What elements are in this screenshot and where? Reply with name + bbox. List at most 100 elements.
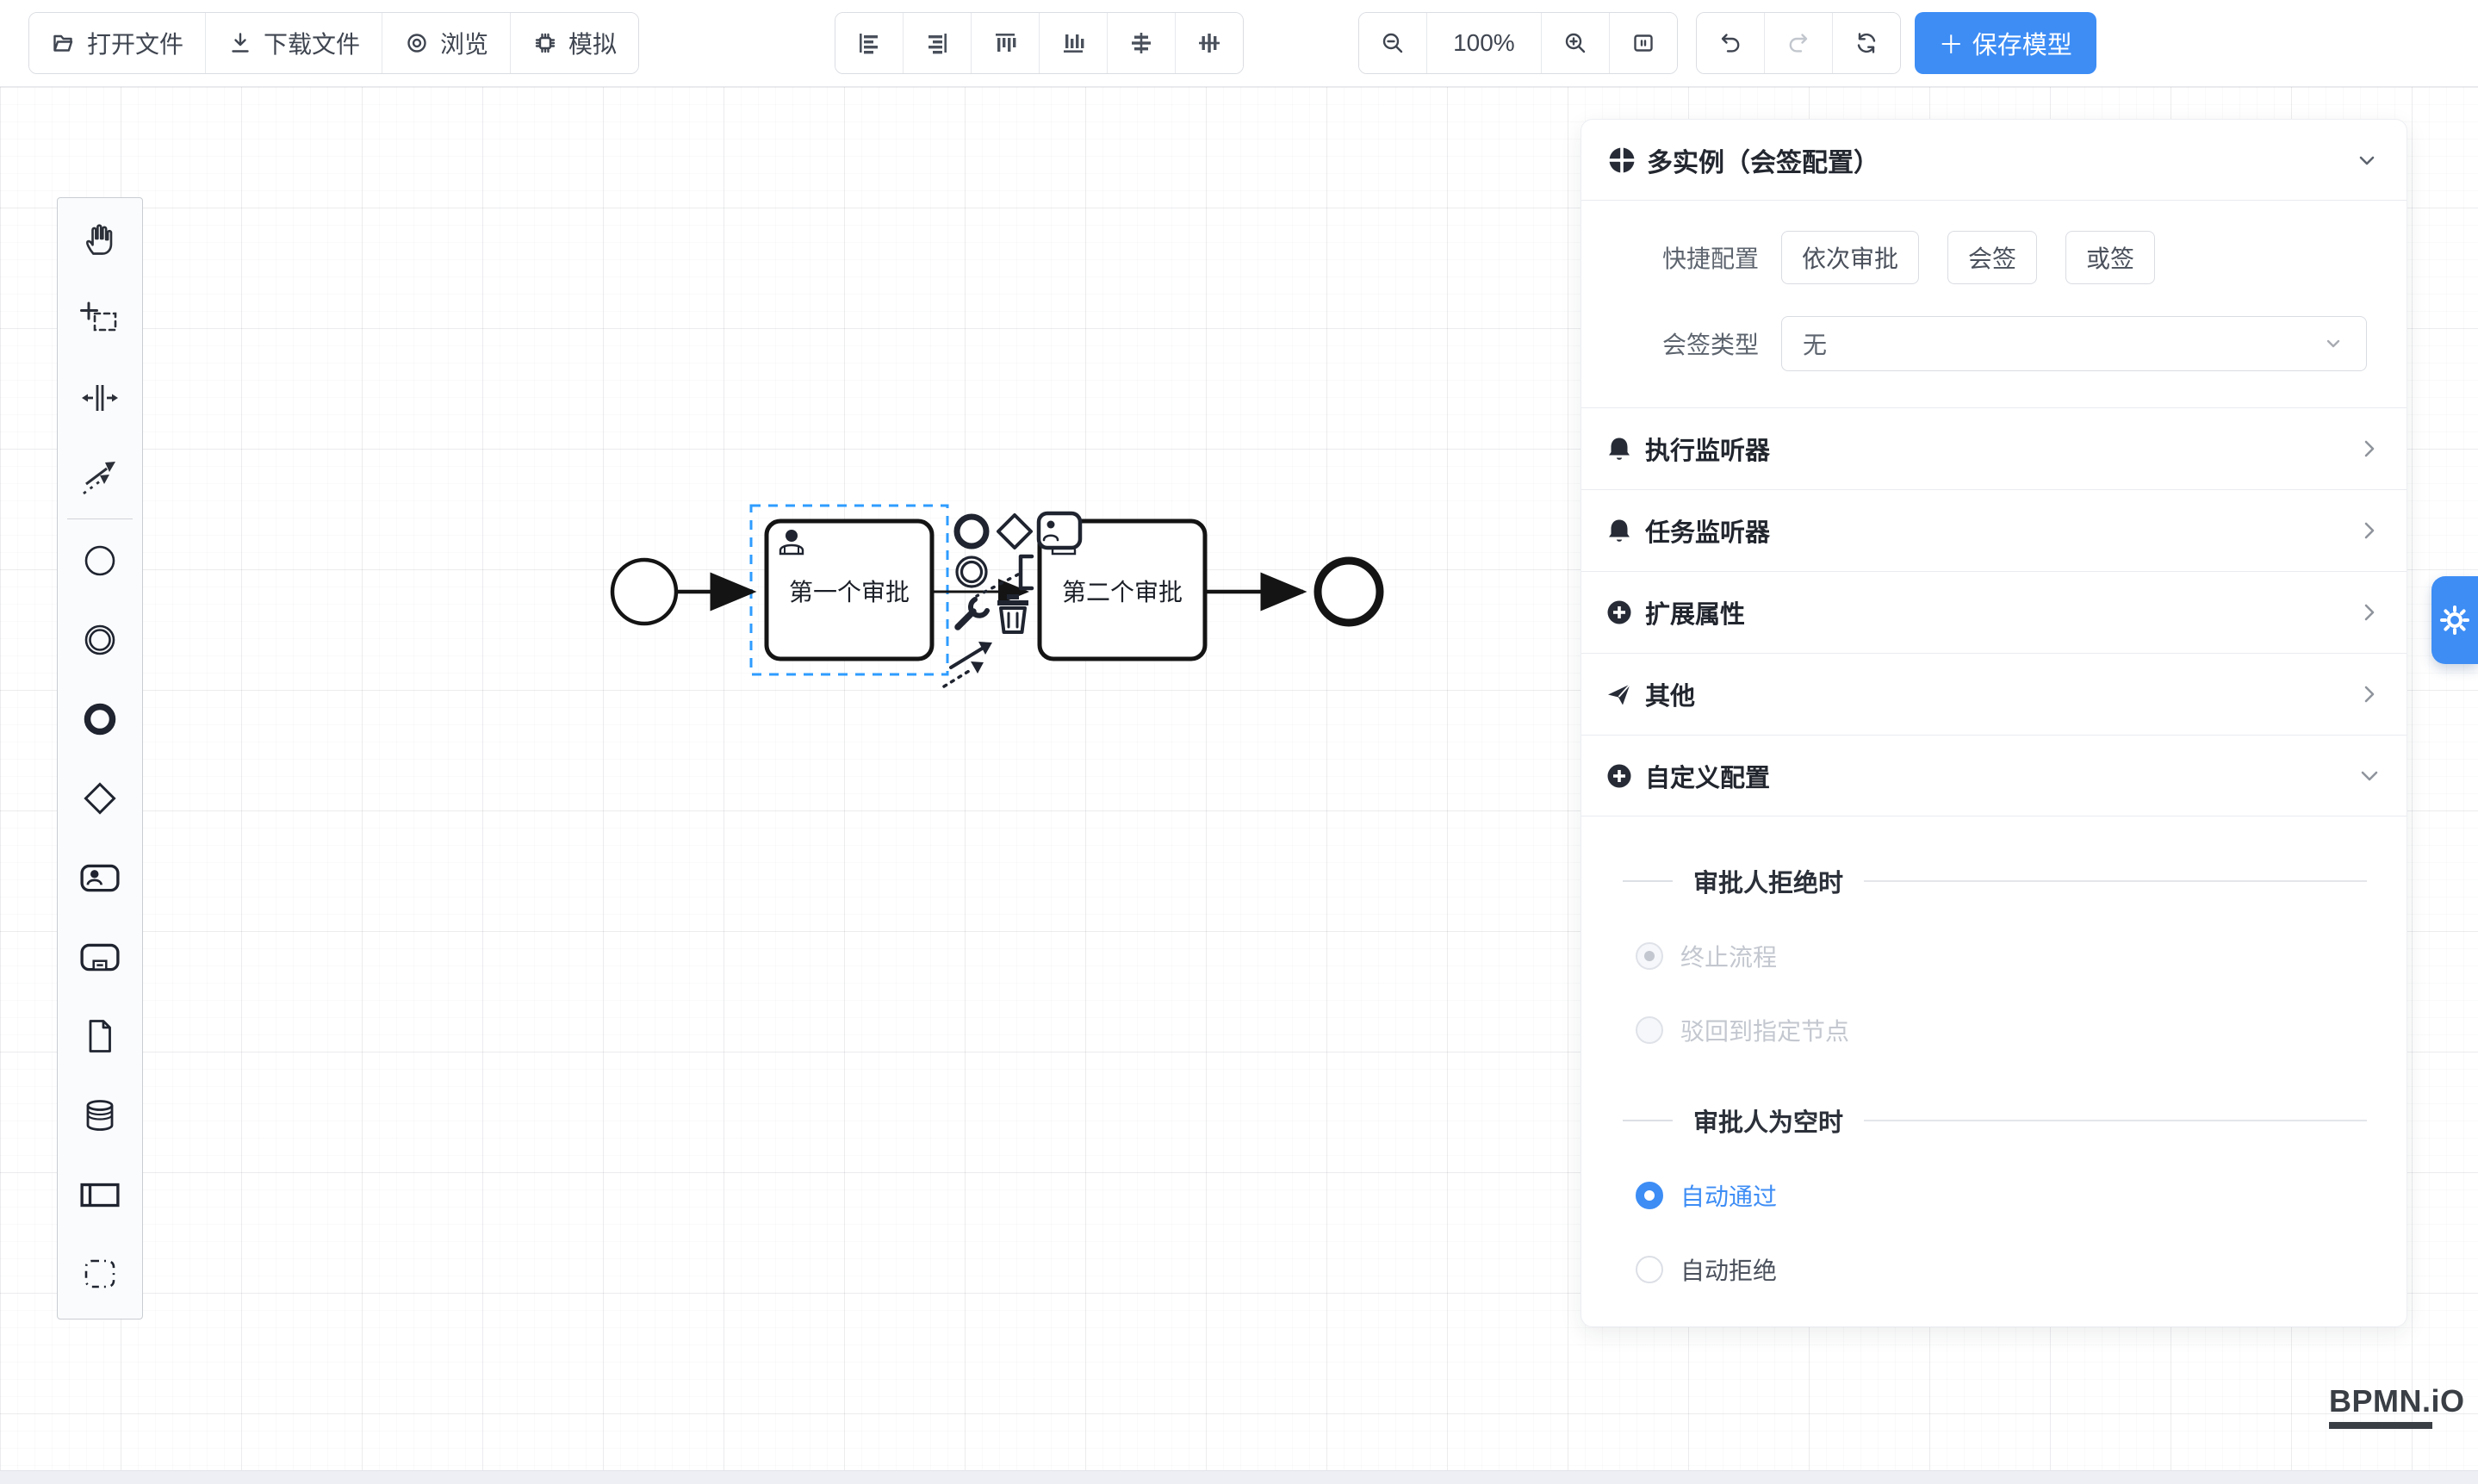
quick-config-row: 快捷配置 依次审批 会签 或签: [1662, 223, 2367, 292]
save-model-label: 保存模型: [1972, 25, 2072, 61]
eye-icon: [404, 30, 430, 56]
connect-icon[interactable]: [944, 642, 992, 686]
append-end-event-icon[interactable]: [957, 517, 986, 546]
radio-auto-pass[interactable]: 自动通过: [1636, 1178, 2407, 1213]
open-file-label: 打开文件: [87, 26, 183, 60]
align-left-button[interactable]: [835, 13, 904, 73]
hand-tool[interactable]: [58, 200, 142, 279]
chevron-right-icon: [2357, 599, 2382, 625]
data-store-icon: [80, 1096, 120, 1135]
align-button-group: [835, 12, 1244, 74]
download-icon: [227, 30, 253, 56]
append-intermediate-event-icon[interactable]: [957, 557, 986, 587]
radio-auto-reject[interactable]: 自动拒绝: [1636, 1252, 2407, 1287]
create-participant[interactable]: [58, 1155, 142, 1234]
align-center-vertical-button[interactable]: [1176, 13, 1243, 73]
save-model-button[interactable]: ＋ 保存模型: [1915, 12, 2096, 74]
radio-circle: [1636, 942, 1663, 970]
zoom-out-button[interactable]: [1359, 13, 1427, 73]
preview-button[interactable]: 浏览: [382, 13, 511, 73]
connect-tool-icon: [80, 457, 120, 497]
countersign-button[interactable]: 会签: [1947, 231, 2037, 284]
bpmn-io-logo[interactable]: BPMN.iO: [2329, 1383, 2432, 1429]
task-listener-item[interactable]: 任务监听器: [1581, 489, 2407, 571]
align-center-vertical-icon: [1196, 30, 1222, 56]
sign-type-select[interactable]: 无: [1781, 316, 2367, 371]
element-palette: [57, 197, 143, 1319]
end-event-shape[interactable]: [1318, 561, 1380, 623]
preview-label: 浏览: [440, 26, 488, 60]
extended-properties-item[interactable]: 扩展属性: [1581, 571, 2407, 653]
wrench-icon[interactable]: [958, 599, 987, 627]
space-tool[interactable]: [58, 358, 142, 438]
append-gateway-icon[interactable]: [998, 515, 1031, 548]
task2-label: 第二个审批: [1062, 579, 1183, 605]
create-user-task[interactable]: [58, 838, 142, 917]
file-button-group: 打开文件 下载文件 浏览 模拟: [28, 12, 639, 74]
participant-icon: [79, 1174, 121, 1215]
create-end-event[interactable]: [58, 680, 142, 759]
other-item[interactable]: 其他: [1581, 653, 2407, 735]
end-event-icon: [80, 699, 120, 739]
zoom-in-icon: [1562, 30, 1588, 56]
sign-type-row: 会签类型 无: [1662, 306, 2367, 382]
chevron-down-icon: [2321, 332, 2345, 356]
fit-viewport-button[interactable]: [1610, 13, 1677, 73]
undo-button[interactable]: [1697, 13, 1765, 73]
logo-text: BPMN.iO: [2329, 1383, 2432, 1419]
zoom-out-icon: [1380, 30, 1406, 56]
execution-listener-item[interactable]: 执行监听器: [1581, 407, 2407, 489]
sequential-approve-button[interactable]: 依次审批: [1781, 231, 1919, 284]
gear-icon: [2438, 604, 2471, 636]
trash-icon[interactable]: [997, 594, 1028, 632]
sign-type-label: 会签类型: [1662, 326, 1781, 361]
group-icon: [80, 1254, 120, 1294]
or-sign-button[interactable]: 或签: [2065, 231, 2155, 284]
reject-section-title: 审批人拒绝时: [1623, 863, 2367, 899]
reset-icon: [1854, 30, 1879, 56]
panel-toggle-tab[interactable]: [2431, 576, 2478, 664]
download-file-label: 下载文件: [264, 26, 360, 60]
download-file-button[interactable]: 下载文件: [206, 13, 382, 73]
redo-icon: [1786, 30, 1811, 56]
create-start-event[interactable]: [58, 521, 142, 600]
align-right-button[interactable]: [904, 13, 972, 73]
quick-config-label: 快捷配置: [1662, 240, 1781, 275]
open-file-button[interactable]: 打开文件: [29, 13, 206, 73]
align-bottom-button[interactable]: [1040, 13, 1108, 73]
multi-instance-header[interactable]: 多实例（会签配置）: [1581, 120, 2407, 201]
custom-config-item[interactable]: 自定义配置: [1581, 735, 2407, 817]
reset-button[interactable]: [1833, 13, 1900, 73]
lasso-icon: [80, 299, 120, 338]
align-center-horizontal-button[interactable]: [1108, 13, 1176, 73]
horizontal-scrollbar[interactable]: [0, 1470, 2478, 1484]
append-user-task-icon[interactable]: [1039, 513, 1080, 548]
plus-icon: ＋: [1939, 25, 1964, 61]
create-data-object[interactable]: [58, 997, 142, 1076]
create-sub-process[interactable]: [58, 917, 142, 997]
radio-circle: [1636, 1256, 1663, 1283]
create-data-store[interactable]: [58, 1076, 142, 1155]
user-task-1[interactable]: 第一个审批: [767, 521, 932, 659]
global-connect-tool[interactable]: [58, 438, 142, 517]
start-event-shape[interactable]: [612, 560, 676, 624]
plus-circle-icon: [1605, 762, 1633, 790]
align-left-icon: [856, 30, 882, 56]
bpmn-modeler-app: 第一个审批 第二个审批: [0, 0, 2478, 1484]
create-intermediate-event[interactable]: [58, 600, 142, 680]
bell-icon: [1605, 435, 1633, 463]
zoom-in-button[interactable]: [1542, 13, 1610, 73]
chevron-right-icon: [2357, 436, 2382, 462]
create-group[interactable]: [58, 1234, 142, 1313]
redo-button[interactable]: [1765, 13, 1833, 73]
bell-icon: [1605, 517, 1633, 544]
create-gateway[interactable]: [58, 759, 142, 838]
folder-open-icon: [51, 30, 77, 56]
fit-viewport-icon: [1630, 30, 1656, 56]
simulate-button[interactable]: 模拟: [511, 13, 638, 73]
history-button-group: [1696, 12, 1901, 74]
radio-assign-member[interactable]: 指定成员审批: [1636, 1326, 2407, 1327]
space-tool-icon: [80, 378, 120, 418]
lasso-tool[interactable]: [58, 279, 142, 358]
align-top-button[interactable]: [972, 13, 1040, 73]
